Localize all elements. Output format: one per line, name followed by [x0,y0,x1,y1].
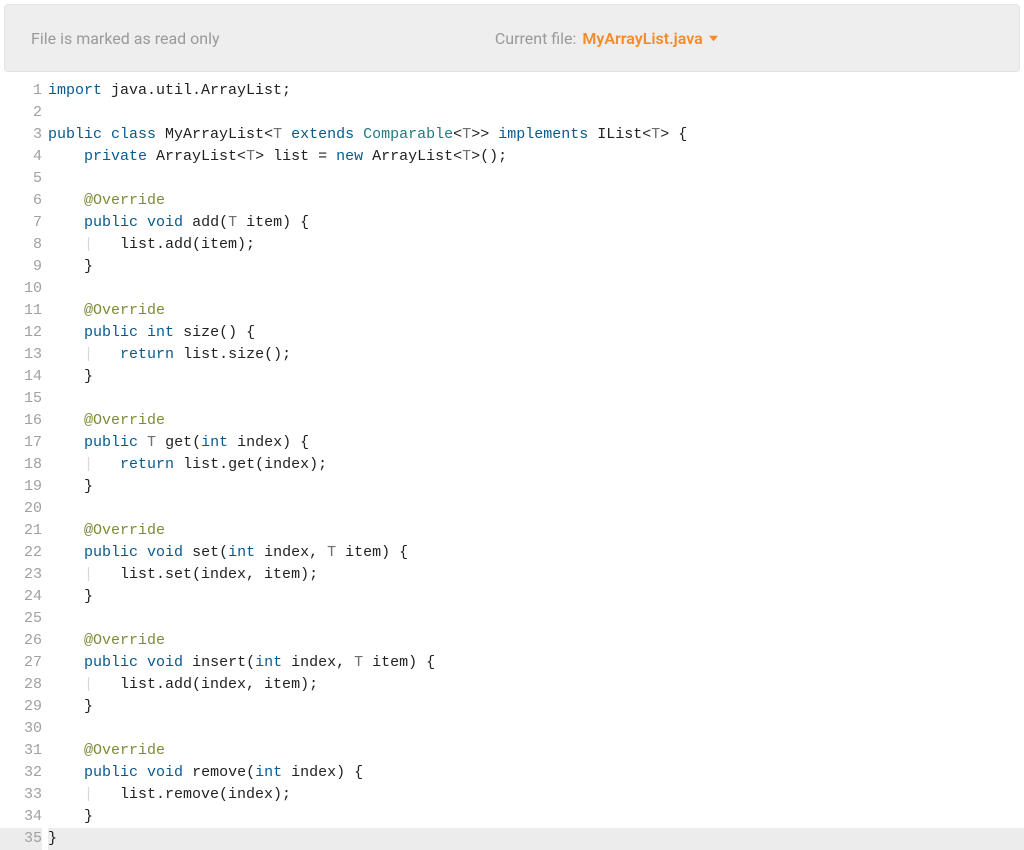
chevron-down-icon [709,34,718,43]
code-line: public void add(T item) { [48,212,1024,234]
line-number: 8 [0,234,42,256]
line-number: 18 [0,454,42,476]
line-number: 10 [0,278,42,300]
line-number: 2 [0,102,42,124]
line-number: 28 [0,674,42,696]
code-line: | return list.get(index); [48,454,1024,476]
line-number: 20 [0,498,42,520]
code-line [48,608,1024,630]
code-line [48,498,1024,520]
readonly-label: File is marked as read only [31,29,220,48]
code-line: public class MyArrayList<T extends Compa… [48,124,1024,146]
code-line: @Override [48,410,1024,432]
code-line: | return list.size(); [48,344,1024,366]
code-line: } [48,806,1024,828]
line-number: 13 [0,344,42,366]
line-number: 5 [0,168,42,190]
code-line [48,718,1024,740]
line-number: 27 [0,652,42,674]
line-number: 25 [0,608,42,630]
code-area[interactable]: import java.util.ArrayList; public class… [48,76,1024,850]
line-number: 22 [0,542,42,564]
line-number: 32 [0,762,42,784]
code-line [48,278,1024,300]
line-number: 33 [0,784,42,806]
code-line: import java.util.ArrayList; [48,80,1024,102]
code-line: } [48,476,1024,498]
current-file-name: MyArrayList.java [582,29,717,48]
code-line: } [48,256,1024,278]
line-number: 30 [0,718,42,740]
code-line: | list.remove(index); [48,784,1024,806]
code-line: | list.set(index, item); [48,564,1024,586]
code-line: private ArrayList<T> list = new ArrayLis… [48,146,1024,168]
code-line: @Override [48,630,1024,652]
line-number: 14 [0,366,42,388]
line-number: 31 [0,740,42,762]
code-line [48,388,1024,410]
line-number: 16 [0,410,42,432]
code-line: @Override [48,740,1024,762]
line-number: 6 [0,190,42,212]
line-number-gutter: 1234567891011121314151617181920212223242… [0,76,48,850]
editor-topbar: File is marked as read only Current file… [4,4,1020,72]
code-line: @Override [48,190,1024,212]
code-line: } [48,366,1024,388]
line-number: 4 [0,146,42,168]
current-file-label: Current file: [495,29,577,48]
code-line: } [48,586,1024,608]
line-number: 34 [0,806,42,828]
code-line: @Override [48,300,1024,322]
line-number: 24 [0,586,42,608]
code-line: } [48,696,1024,718]
code-line [48,168,1024,190]
code-line: public T get(int index) { [48,432,1024,454]
code-line: | list.add(item); [48,234,1024,256]
code-line: public void insert(int index, T item) { [48,652,1024,674]
line-number: 19 [0,476,42,498]
line-number: 17 [0,432,42,454]
code-line: | list.add(index, item); [48,674,1024,696]
code-line [48,102,1024,124]
current-file-selector[interactable]: Current file: MyArrayList.java [495,29,718,48]
editor-window: File is marked as read only Current file… [0,4,1024,848]
line-number: 21 [0,520,42,542]
code-line: public void set(int index, T item) { [48,542,1024,564]
line-number: 35 [0,828,42,850]
line-number: 23 [0,564,42,586]
code-line: @Override [48,520,1024,542]
line-number: 29 [0,696,42,718]
code-line: public void remove(int index) { [48,762,1024,784]
code-line: } [48,828,1024,850]
line-number: 7 [0,212,42,234]
line-number: 3 [0,124,42,146]
code-editor: 1234567891011121314151617181920212223242… [0,76,1024,850]
line-number: 11 [0,300,42,322]
line-number: 15 [0,388,42,410]
line-number: 9 [0,256,42,278]
line-number: 12 [0,322,42,344]
line-number: 1 [0,80,42,102]
line-number: 26 [0,630,42,652]
code-line: public int size() { [48,322,1024,344]
